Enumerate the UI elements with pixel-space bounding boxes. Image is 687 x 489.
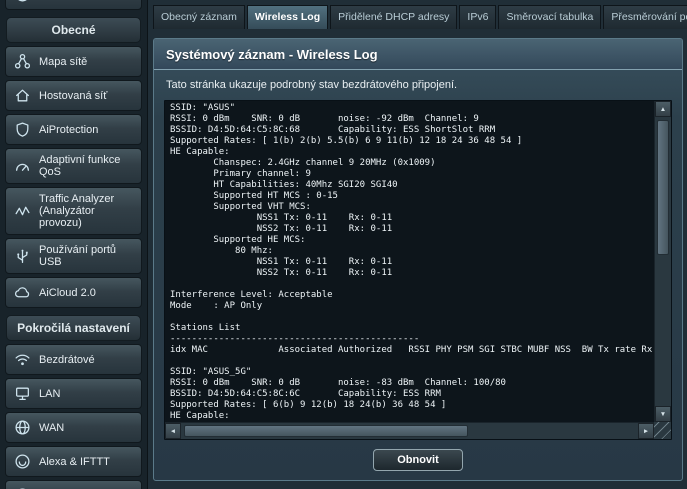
log-text: SSID: "ASUS" RSSI: 0 dBm SNR: 0 dB noise…: [170, 103, 652, 420]
scroll-up-icon[interactable]: ▲: [655, 101, 671, 117]
sidebar-item-wan[interactable]: WAN: [5, 412, 142, 443]
sidebar-item-label: Alexa & IFTTT: [39, 456, 110, 468]
usb-icon: [12, 247, 32, 265]
sidebar-item-label: LAN: [39, 388, 60, 400]
tab-general-log[interactable]: Obecný záznam: [153, 5, 245, 29]
scroll-right-icon[interactable]: ►: [638, 423, 654, 439]
sidebar-item-aiprotection[interactable]: AiProtection: [5, 114, 142, 145]
scroll-down-icon[interactable]: ▼: [655, 406, 671, 422]
refresh-button[interactable]: Obnovit: [373, 449, 463, 471]
sidebar-item-label: Adaptivní funkce QoS: [39, 154, 135, 178]
horizontal-scroll-thumb[interactable]: [184, 425, 468, 437]
tab-dhcp-leases[interactable]: Přidělené DHCP adresy: [330, 5, 457, 29]
tab-wireless-log[interactable]: Wireless Log: [247, 5, 328, 29]
horizontal-scrollbar[interactable]: ◄ ►: [165, 422, 654, 439]
page-title: Systémový záznam - Wireless Log: [154, 39, 682, 70]
scroll-left-icon[interactable]: ◄: [165, 423, 181, 439]
tab-port-forwarding[interactable]: Přesměrování portů: [603, 5, 687, 29]
wifi-icon: [12, 351, 32, 369]
network-map-icon: [12, 53, 32, 71]
sidebar-section-header-advanced: Pokročilá nastavení: [6, 315, 141, 341]
guest-network-icon: [12, 87, 32, 105]
page-description: Tato stránka ukazuje podrobný stav bezdr…: [154, 70, 682, 94]
sidebar-item-internet[interactable]: Internet: [5, 0, 142, 10]
tab-routing-table[interactable]: Směrovací tabulka: [498, 5, 601, 29]
sidebar: Internet Obecné Mapa sítě Hostovaná síť …: [0, 0, 148, 489]
sidebar-item-label: Bezdrátové: [39, 354, 95, 366]
sidebar-item-label: WAN: [39, 422, 64, 434]
sidebar-item-label: Hostovaná síť: [39, 90, 107, 102]
sidebar-item-network-map[interactable]: Mapa sítě: [5, 46, 142, 77]
sidebar-item-aicloud[interactable]: AiCloud 2.0: [5, 277, 142, 308]
sidebar-item-label: Mapa sítě: [39, 56, 87, 68]
sidebar-item-label: AiProtection: [39, 124, 98, 136]
main-content: Obecný záznam Wireless Log Přidělené DHC…: [149, 0, 687, 489]
sidebar-item-adaptive-qos[interactable]: Adaptivní funkce QoS: [5, 148, 142, 184]
traffic-analyzer-icon: [12, 202, 32, 220]
sidebar-item-label: Používání portů USB: [39, 244, 135, 268]
sidebar-item-label: Internet: [39, 0, 76, 1]
sidebar-section-header-general: Obecné: [6, 17, 141, 43]
button-row: Obnovit: [154, 444, 682, 480]
internet-globe-icon: [12, 0, 32, 4]
wan-globe-icon: [12, 419, 32, 437]
sidebar-item-label: Traffic Analyzer (Analyzátor provozu): [39, 193, 135, 229]
router-admin-screen: Internet Obecné Mapa sítě Hostovaná síť …: [0, 0, 687, 489]
textarea-resize-grip[interactable]: [654, 422, 671, 439]
lan-monitor-icon: [12, 385, 32, 403]
sidebar-item-usb-application[interactable]: Používání portů USB: [5, 238, 142, 274]
sidebar-item-ipv6[interactable]: 6 IPv6: [5, 480, 142, 489]
shield-icon: [12, 121, 32, 139]
wireless-log-panel: Systémový záznam - Wireless Log Tato str…: [153, 38, 683, 481]
sidebar-item-label: AiCloud 2.0: [39, 287, 96, 299]
sidebar-item-wireless[interactable]: Bezdrátové: [5, 344, 142, 375]
wireless-log-textarea[interactable]: SSID: "ASUS" RSSI: 0 dBm SNR: 0 dB noise…: [164, 100, 672, 440]
sidebar-item-alexa-ifttt[interactable]: Alexa & IFTTT: [5, 446, 142, 477]
alexa-icon: [12, 453, 32, 471]
tab-ipv6[interactable]: IPv6: [459, 5, 496, 29]
sidebar-item-traffic-analyzer[interactable]: Traffic Analyzer (Analyzátor provozu): [5, 187, 142, 235]
qos-gauge-icon: [12, 157, 32, 175]
vertical-scroll-thumb[interactable]: [657, 120, 669, 255]
sidebar-item-guest-network[interactable]: Hostovaná síť: [5, 80, 142, 111]
sidebar-item-lan[interactable]: LAN: [5, 378, 142, 409]
cloud-icon: [12, 284, 32, 302]
vertical-scrollbar[interactable]: ▲ ▼: [654, 101, 671, 422]
log-tabbar: Obecný záznam Wireless Log Přidělené DHC…: [153, 5, 685, 29]
